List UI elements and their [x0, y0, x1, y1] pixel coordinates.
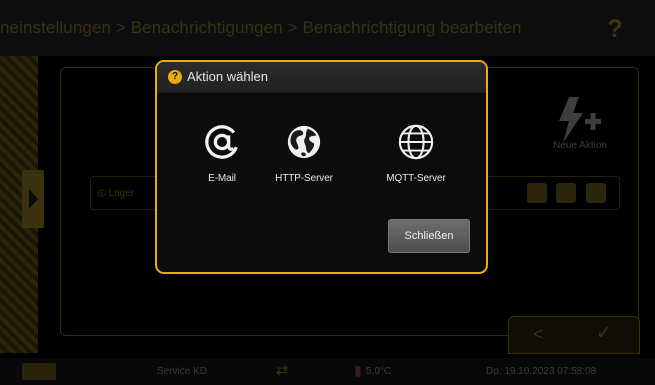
trash-icon[interactable]: [556, 183, 576, 203]
action-mqtt-server-label: MQTT-Server: [386, 173, 446, 184]
side-menu-toggle[interactable]: [22, 170, 44, 228]
globe-icon: [287, 125, 321, 159]
network-status-icon: ⇄: [276, 362, 289, 379]
confirm-icon[interactable]: ✓: [596, 322, 612, 345]
location-icon: ◎: [97, 188, 109, 199]
breadcrumb: neinstellungen > Benachrichtigungen > Be…: [0, 0, 597, 56]
notification-row-label: ◎ Lager: [97, 188, 134, 199]
network-globe-icon: [398, 124, 434, 160]
dialog-help-icon[interactable]: ?: [168, 70, 182, 84]
dialog-header: ? Aktion wählen: [157, 62, 486, 93]
new-action-label: Neue Aktion: [553, 140, 607, 151]
help-button[interactable]: ?: [600, 14, 630, 44]
status-temperature: 5.0°C: [366, 366, 392, 377]
action-http-server[interactable]: HTTP-Server: [259, 123, 349, 184]
status-service: Service KD: [157, 366, 208, 377]
at-sign-icon: [205, 125, 239, 159]
copy-icon[interactable]: [527, 183, 547, 203]
action-select-dialog: ? Aktion wählen E-Mail HTTP-Server MQTT-…: [155, 60, 488, 274]
bottom-nav: [508, 316, 640, 354]
action-email-label: E-Mail: [208, 173, 236, 184]
thermometer-icon: ▮: [354, 362, 362, 378]
action-email[interactable]: E-Mail: [177, 123, 267, 184]
status-datetime: Do. 19.10.2023 07:58:08: [486, 366, 597, 377]
top-bar: neinstellungen > Benachrichtigungen > Be…: [0, 0, 655, 56]
status-bar: Service KD ⇄ ▮ 5.0°C Do. 19.10.2023 07:5…: [0, 358, 655, 385]
dialog-title: Aktion wählen: [187, 69, 268, 84]
edit-icon[interactable]: [586, 183, 606, 203]
breadcrumb-text: neinstellungen > Benachrichtigungen > Be…: [0, 18, 522, 37]
action-http-server-label: HTTP-Server: [275, 173, 333, 184]
brand-logo: [22, 363, 56, 380]
action-mqtt-server[interactable]: MQTT-Server: [371, 123, 461, 184]
notification-row-text: Lager: [108, 188, 135, 199]
close-button[interactable]: Schließen: [388, 219, 470, 253]
back-icon[interactable]: <: [533, 324, 544, 345]
